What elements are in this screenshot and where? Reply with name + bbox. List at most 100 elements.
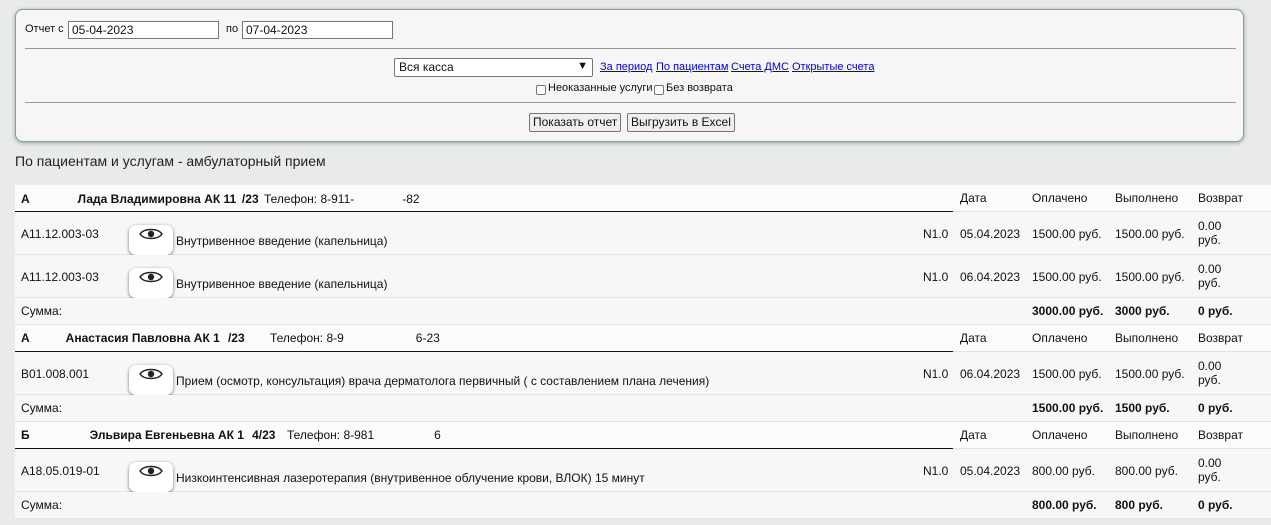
eye-icon xyxy=(139,228,163,240)
no-return-checkbox[interactable] xyxy=(654,85,664,95)
sum-row: Сумма: 1500.00 руб. 1500 руб. 0 руб. xyxy=(15,395,1271,422)
report-title: По пациентам и услугам - амбулаторный пр… xyxy=(15,153,326,169)
service-code: B01.008.001 xyxy=(21,367,90,381)
service-code: A11.12.003-03 xyxy=(21,227,99,241)
service-quantity: N1.0 xyxy=(923,367,949,381)
col-date: Дата xyxy=(960,331,987,345)
col-paid: Оплачено xyxy=(1032,191,1088,205)
service-date: 05.04.2023 xyxy=(960,464,1021,478)
service-date: 06.04.2023 xyxy=(960,270,1021,284)
sum-done: 800 руб. xyxy=(1115,498,1163,512)
divider xyxy=(25,48,1236,49)
service-return: 0.00 xyxy=(1198,456,1222,470)
show-report-button[interactable]: Показать отчет xyxy=(529,113,622,132)
unrendered-services-checkbox[interactable] xyxy=(536,85,546,95)
patient-phone: Телефон: 8-9 6-23 xyxy=(270,331,440,345)
sum-label: Сумма: xyxy=(21,401,63,415)
from-date-label: Отчет с xyxy=(25,23,64,35)
col-done: Выполнено xyxy=(1115,191,1179,205)
report-filter-panel: Отчет с 05-04-2023 по 07-04-2023 Вся кас… xyxy=(15,9,1244,142)
service-row: B01.008.001 Прием (осмотр, консультация)… xyxy=(15,352,1271,395)
col-return: Возврат xyxy=(1198,428,1243,442)
chevron-down-icon: ▼ xyxy=(577,60,588,72)
sum-label: Сумма: xyxy=(21,304,63,318)
from-date-input[interactable]: 05-04-2023 xyxy=(68,21,219,39)
sum-return: 0 руб. xyxy=(1198,304,1233,318)
link-dms-invoices[interactable]: Счета ДМС xyxy=(731,61,789,73)
service-date: 05.04.2023 xyxy=(960,227,1021,241)
sum-return: 0 руб. xyxy=(1198,401,1233,415)
patient-name: А Лада Владимировна АК 11 /23 xyxy=(21,192,259,206)
service-return: 0.00 xyxy=(1198,219,1222,233)
patient-name: Б Эльвира Евгеньевна АК 1 4/23 xyxy=(21,428,276,442)
view-button[interactable] xyxy=(129,268,173,298)
service-name: Внутривенное введение (капельница) xyxy=(176,277,388,291)
service-paid: 1500.00 руб. xyxy=(1032,367,1102,381)
service-name: Прием (осмотр, консультация) врача дерма… xyxy=(176,374,710,388)
no-return-label: Без возврата xyxy=(666,82,733,94)
service-row: A11.12.003-03 Внутривенное введение (кап… xyxy=(15,212,1271,255)
cash-select-value: Вся касса xyxy=(399,60,454,74)
service-return-unit: руб. xyxy=(1198,470,1221,484)
service-name: Внутривенное введение (капельница) xyxy=(176,234,388,248)
service-return-unit: руб. xyxy=(1198,276,1221,290)
link-open-invoices[interactable]: Открытые счета xyxy=(792,61,874,73)
view-button[interactable] xyxy=(129,225,173,255)
patient-header-row: А Лада Владимировна АК 11 /23 Телефон: 8… xyxy=(15,185,1271,212)
col-return: Возврат xyxy=(1198,191,1243,205)
service-paid: 800.00 руб. xyxy=(1032,464,1095,478)
view-button[interactable] xyxy=(129,365,173,395)
col-paid: Оплачено xyxy=(1032,428,1088,442)
cash-select[interactable]: Вся касса ▼ xyxy=(394,58,593,77)
service-done: 800.00 руб. xyxy=(1115,464,1178,478)
service-row: A18.05.019-01 Низкоинтенсивная лазеротер… xyxy=(15,449,1271,492)
sum-done: 1500 руб. xyxy=(1115,401,1170,415)
to-date-input[interactable]: 07-04-2023 xyxy=(242,21,393,39)
sum-paid: 800.00 руб. xyxy=(1032,498,1097,512)
col-date: Дата xyxy=(960,191,987,205)
patient-header-row: А Анастасия Павловна АК 1 /23 Телефон: 8… xyxy=(15,325,1271,352)
service-return-unit: руб. xyxy=(1198,233,1221,247)
col-done: Выполнено xyxy=(1115,331,1179,345)
to-date-label: по xyxy=(226,23,239,35)
patient-phone: Телефон: 8-911- -82 xyxy=(264,192,420,206)
service-paid: 1500.00 руб. xyxy=(1032,227,1102,241)
service-code: A18.05.019-01 xyxy=(21,464,100,478)
service-quantity: N1.0 xyxy=(923,270,949,284)
service-quantity: N1.0 xyxy=(923,464,949,478)
sum-row: Сумма: 3000.00 руб. 3000 руб. 0 руб. xyxy=(15,298,1271,325)
export-excel-button[interactable]: Выгрузить в Excel xyxy=(627,113,735,132)
unrendered-services-label: Неоказанные услуги xyxy=(548,82,653,94)
service-name: Низкоинтенсивная лазеротерапия (внутриве… xyxy=(176,471,645,485)
col-done: Выполнено xyxy=(1115,428,1179,442)
service-paid: 1500.00 руб. xyxy=(1032,270,1102,284)
service-return: 0.00 xyxy=(1198,262,1222,276)
link-period[interactable]: За период xyxy=(600,61,652,73)
service-date: 06.04.2023 xyxy=(960,367,1021,381)
service-done: 1500.00 руб. xyxy=(1115,270,1185,284)
sum-row: Сумма: 800.00 руб. 800 руб. 0 руб. xyxy=(15,492,1271,519)
link-by-patients[interactable]: По пациентам xyxy=(656,61,728,73)
eye-icon xyxy=(139,465,163,477)
col-return: Возврат xyxy=(1198,331,1243,345)
service-done: 1500.00 руб. xyxy=(1115,367,1185,381)
sum-paid: 3000.00 руб. xyxy=(1032,304,1104,318)
eye-icon xyxy=(139,368,163,380)
eye-icon xyxy=(139,271,163,283)
service-quantity: N1.0 xyxy=(923,227,949,241)
service-done: 1500.00 руб. xyxy=(1115,227,1185,241)
col-date: Дата xyxy=(960,428,987,442)
sum-done: 3000 руб. xyxy=(1115,304,1170,318)
col-paid: Оплачено xyxy=(1032,331,1088,345)
service-return-unit: руб. xyxy=(1198,373,1221,387)
service-row: A11.12.003-03 Внутривенное введение (кап… xyxy=(15,255,1271,298)
patient-name: А Анастасия Павловна АК 1 /23 xyxy=(21,331,245,345)
sum-return: 0 руб. xyxy=(1198,498,1233,512)
view-button[interactable] xyxy=(129,462,173,492)
service-return: 0.00 xyxy=(1198,359,1222,373)
patient-header-row: Б Эльвира Евгеньевна АК 1 4/23 Телефон: … xyxy=(15,422,1271,449)
patient-phone: Телефон: 8-981 6 xyxy=(287,428,441,442)
service-code: A11.12.003-03 xyxy=(21,270,99,284)
divider xyxy=(25,102,1236,103)
sum-paid: 1500.00 руб. xyxy=(1032,401,1104,415)
